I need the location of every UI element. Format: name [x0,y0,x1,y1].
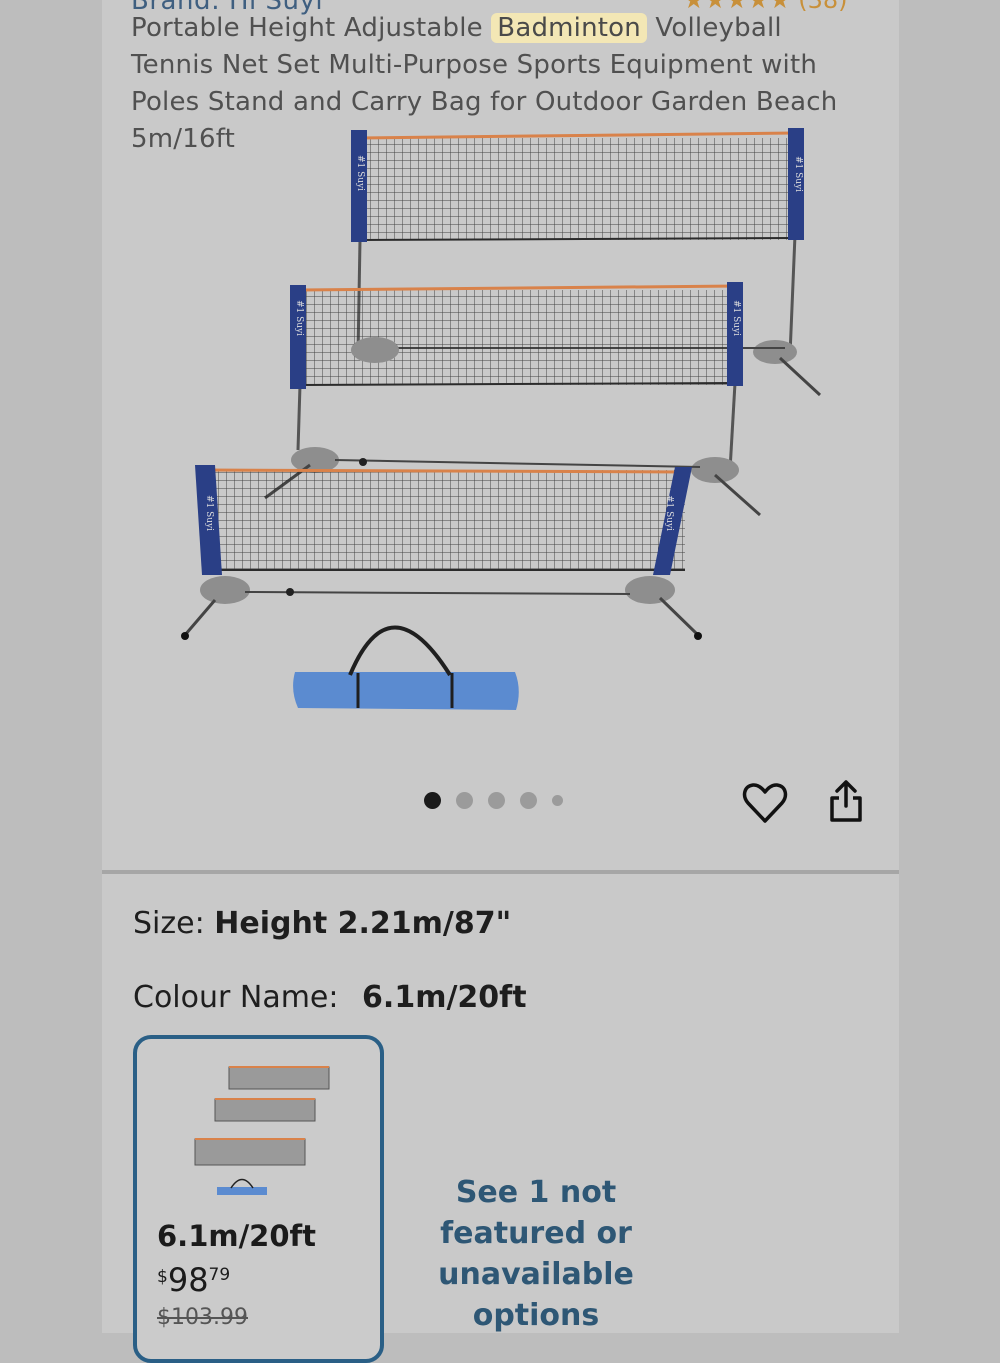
price-fraction: 79 [208,1265,231,1285]
variant-thumbnail [194,1066,330,1195]
size-label: Size: [133,906,205,941]
carousel-dot[interactable] [488,791,505,809]
net-banner-label: #1 Suyi [731,300,741,336]
carousel-dot[interactable] [424,791,441,809]
section-divider [102,870,899,874]
share-icon[interactable] [826,778,866,824]
search-term-highlight: Badminton [491,13,647,43]
net-small: #1 Suyi #1 Suyi [181,465,702,640]
carousel-dot[interactable] [456,791,473,809]
net-banner-label: #1 Suyi [664,495,674,531]
net-banner-label: #1 Suyi [294,300,304,336]
list-price: $103.99 [157,1305,248,1330]
carry-bag [293,625,519,710]
colour-selector: Colour Name: 6.1m/20ft [133,980,527,1015]
net-banner-label: #1 Suyi [355,155,365,191]
size-value: Height 2.21m/87" [214,906,512,941]
price-whole: 98 [167,1261,209,1299]
colour-value: 6.1m/20ft [362,980,527,1015]
heart-icon[interactable] [742,781,788,825]
variant-name: 6.1m/20ft [157,1219,317,1253]
carousel-dot[interactable] [552,794,563,806]
title-text-before: Portable Height Adjustable [131,13,492,43]
net-banner-label: #1 Suyi [793,156,803,192]
see-unavailable-options-link[interactable]: See 1 not featured or unavailable option… [436,1172,636,1336]
net-banner-label: #1 Suyi [204,495,214,531]
image-carousel-dots[interactable] [424,790,563,810]
carousel-dot[interactable] [520,791,537,809]
size-selector: Size: Height 2.21m/87" [133,906,511,941]
product-image[interactable]: #1 Suyi #1 Suyi #1 Suyi #1 Suyi #1 Suyi … [170,120,830,720]
variant-price: $ 98 79 [157,1261,230,1299]
variant-swatch-selected[interactable]: 6.1m/20ft $ 98 79 $103.99 [133,1035,384,1363]
colour-label: Colour Name: [133,980,339,1015]
price-currency: $ [157,1267,168,1287]
